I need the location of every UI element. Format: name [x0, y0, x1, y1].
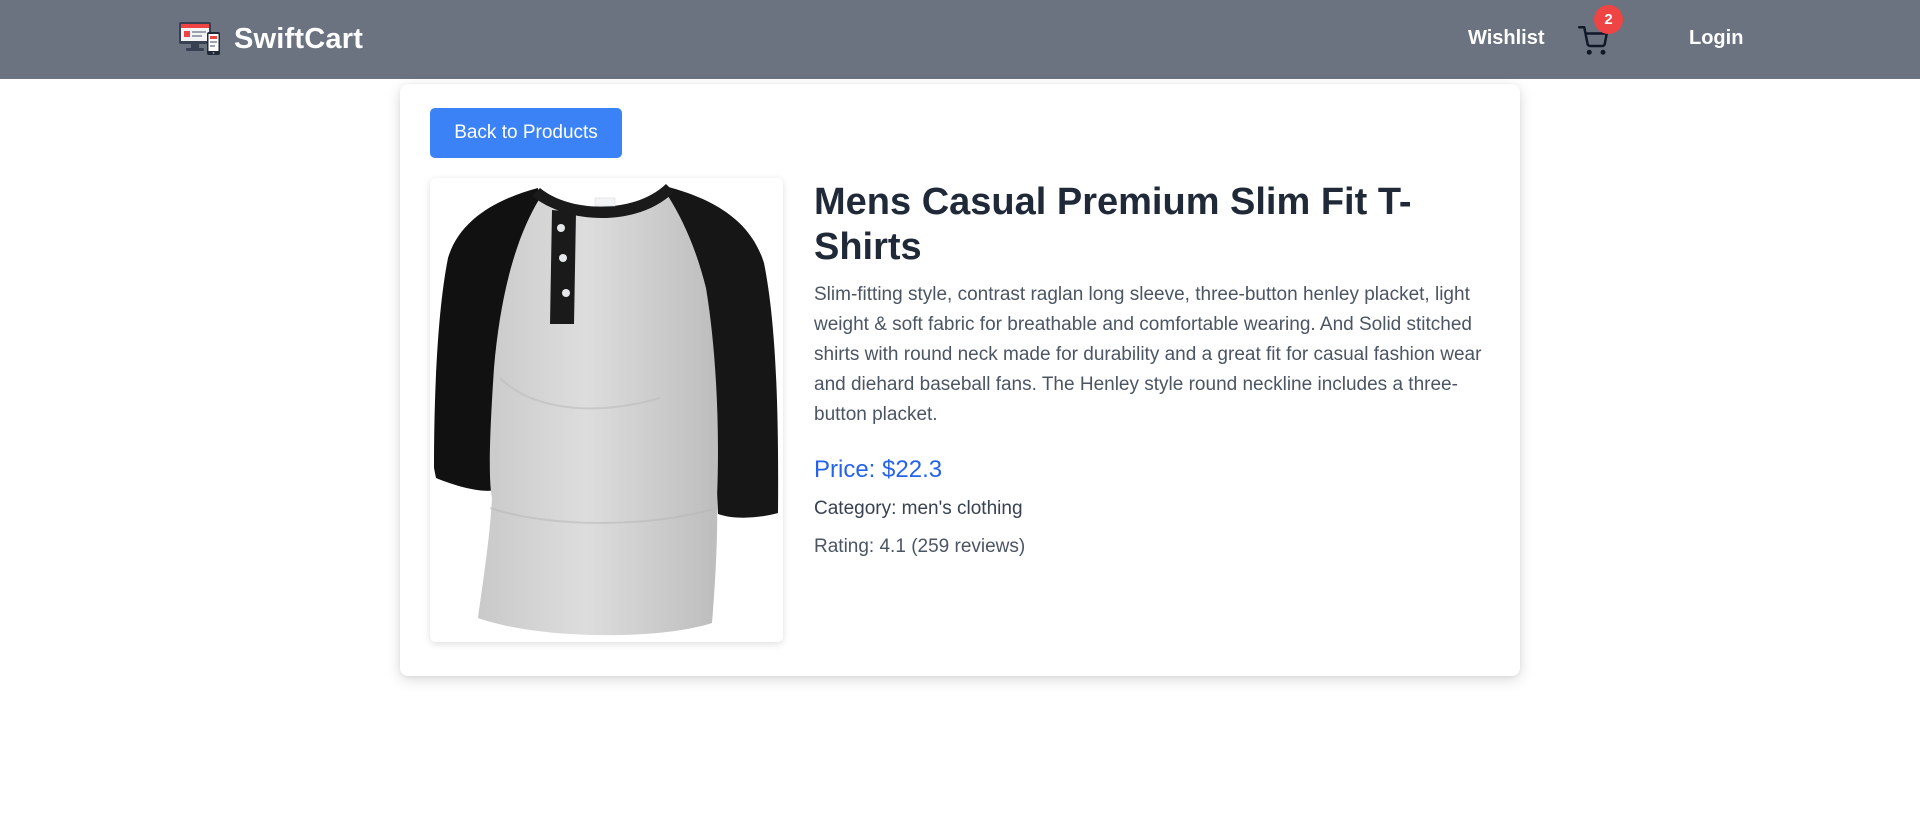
- price-label: Price:: [814, 456, 876, 483]
- shop-devices-logo-icon: [179, 22, 220, 55]
- back-to-products-button[interactable]: Back to Products: [430, 108, 622, 158]
- rating-reviews: (259 reviews): [911, 536, 1026, 557]
- brand-home-link[interactable]: SwiftCart: [178, 20, 363, 58]
- category-label: Category:: [814, 498, 897, 519]
- navbar: SwiftCart Wishlist 2 Login: [0, 0, 1920, 79]
- nav-login-link[interactable]: Login: [1689, 27, 1743, 50]
- brand-name: SwiftCart: [234, 22, 364, 55]
- nav-wishlist-link[interactable]: Wishlist: [1468, 27, 1545, 50]
- product-description: Slim-fitting style, contrast raglan long…: [814, 284, 1482, 425]
- cart-button[interactable]: 2: [1578, 5, 1623, 56]
- henley-tshirt-image: [434, 184, 779, 636]
- product-detail-card: Back to Products Mens Casual Premium Sli…: [400, 84, 1520, 676]
- product-category: Category: men's clothing: [814, 498, 1494, 520]
- product-rating: Rating: 4.1 (259 reviews): [814, 536, 1494, 558]
- product-price: Price: $22.3: [814, 456, 1494, 484]
- rating-label: Rating:: [814, 536, 875, 557]
- product-details: Mens Casual Premium Slim Fit T-Shirts Sl…: [814, 180, 1494, 558]
- cart-count-badge: 2: [1594, 5, 1623, 34]
- category-value: men's clothing: [901, 498, 1023, 519]
- rating-value: 4.1: [879, 536, 906, 557]
- price-value: $22.3: [882, 456, 943, 483]
- product-image: [430, 178, 783, 642]
- product-title: Mens Casual Premium Slim Fit T-Shirts: [814, 181, 1412, 268]
